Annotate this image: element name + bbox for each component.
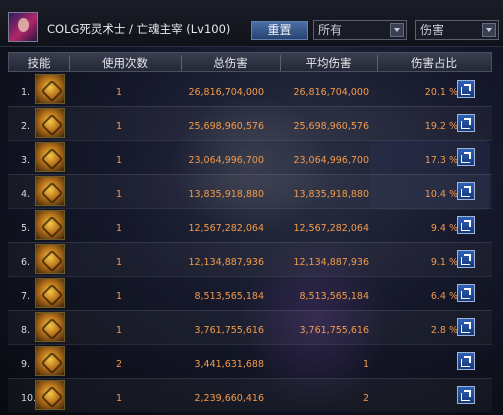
share-icon[interactable] [457, 318, 475, 336]
row-total-damage: 26,816,704,000 [188, 87, 264, 98]
column-header-uses[interactable]: 使用次数 [69, 55, 182, 71]
row-uses: 1 [116, 223, 123, 234]
row-uses: 1 [116, 393, 123, 404]
row-uses: 1 [116, 325, 123, 336]
row-total-damage: 12,567,282,064 [188, 223, 264, 234]
row-total-damage: 23,064,996,700 [188, 155, 264, 166]
row-average-damage: 12,134,887,936 [293, 257, 369, 268]
row-average-damage: 13,835,918,880 [293, 189, 369, 200]
row-uses: 1 [116, 291, 123, 302]
chevron-down-icon[interactable] [390, 23, 404, 37]
sort-dropdown[interactable]: 伤害 [415, 20, 499, 40]
sort-dropdown-value: 伤害 [420, 23, 445, 37]
row-average-damage: 12,567,282,064 [293, 223, 369, 234]
row-total-damage: 3,761,755,616 [194, 325, 264, 336]
row-total-damage: 12,134,887,936 [188, 257, 264, 268]
row-rank: 8. [21, 325, 31, 336]
reset-button[interactable]: 重置 [251, 21, 308, 40]
share-icon[interactable] [457, 80, 475, 98]
row-rank: 7. [21, 291, 31, 302]
row-uses: 1 [116, 121, 123, 132]
row-total-damage: 25,698,960,576 [188, 121, 264, 132]
skill-icon [35, 380, 65, 410]
skill-icon [35, 346, 65, 376]
share-icon[interactable] [457, 216, 475, 234]
column-header-average-damage[interactable]: 平均伤害 [280, 55, 378, 71]
row-total-damage: 8,513,565,184 [194, 291, 264, 302]
table-row: 7. 1 8,513,565,184 8,513,565,184 6.4 % [8, 276, 492, 310]
skill-icon [35, 244, 65, 274]
chevron-down-icon[interactable] [482, 23, 496, 37]
skill-icon [35, 176, 65, 206]
table-row: 10. 1 2,239,660,416 2 [8, 378, 492, 412]
row-average-damage: 3,761,755,616 [299, 325, 369, 336]
header-bar: COLG死灵术士 / 亡魂主宰 (Lv100) 重置 所有 伤害 [0, 0, 503, 47]
skill-icon [35, 142, 65, 172]
row-rank: 3. [21, 155, 31, 166]
row-average-damage: 26,816,704,000 [293, 87, 369, 98]
share-icon[interactable] [457, 114, 475, 132]
row-rank: 10. [21, 393, 37, 404]
row-rank: 6. [21, 257, 31, 268]
share-icon[interactable] [457, 386, 475, 404]
table-row: 3. 1 23,064,996,700 23,064,996,700 17.3 … [8, 140, 492, 174]
share-icon[interactable] [457, 352, 475, 370]
row-damage-share: 17.3 % [424, 155, 458, 166]
row-uses: 1 [116, 87, 123, 98]
skill-icon [35, 210, 65, 240]
skill-icon [35, 312, 65, 342]
table-row: 8. 1 3,761,755,616 3,761,755,616 2.8 % [8, 310, 492, 344]
table-row: 5. 1 12,567,282,064 12,567,282,064 9.4 % [8, 208, 492, 242]
filter-dropdown[interactable]: 所有 [313, 20, 407, 40]
table-row: 2. 1 25,698,960,576 25,698,960,576 19.2 … [8, 106, 492, 140]
row-damage-share: 20.1 % [424, 87, 458, 98]
table-row: 4. 1 13,835,918,880 13,835,918,880 10.4 … [8, 174, 492, 208]
row-uses: 1 [116, 257, 123, 268]
row-uses: 2 [116, 359, 123, 370]
skill-icon [35, 74, 65, 104]
row-average-damage: 25,698,960,576 [293, 121, 369, 132]
column-header-skill[interactable]: 技能 [9, 55, 70, 71]
row-total-damage: 2,239,660,416 [194, 393, 264, 404]
row-rank: 4. [21, 189, 31, 200]
skill-icon [35, 108, 65, 138]
share-icon[interactable] [457, 148, 475, 166]
row-damage-share: 9.4 % [430, 223, 458, 234]
row-average-damage: 1 [362, 359, 369, 370]
row-damage-share: 19.2 % [424, 121, 458, 132]
skill-icon [35, 278, 65, 308]
table-row: 1. 1 26,816,704,000 26,816,704,000 20.1 … [8, 72, 492, 106]
row-rank: 5. [21, 223, 31, 234]
row-total-damage: 13,835,918,880 [188, 189, 264, 200]
row-total-damage: 3,441,631,688 [194, 359, 264, 370]
share-icon[interactable] [457, 250, 475, 268]
row-uses: 1 [116, 155, 123, 166]
column-header-total-damage[interactable]: 总伤害 [181, 55, 281, 71]
row-damage-share: 9.1 % [430, 257, 458, 268]
row-average-damage: 2 [362, 393, 369, 404]
row-damage-share: 6.4 % [430, 291, 458, 302]
row-average-damage: 23,064,996,700 [293, 155, 369, 166]
table-header: 技能 使用次数 总伤害 平均伤害 伤害占比 [8, 52, 492, 72]
row-rank: 2. [21, 121, 31, 132]
character-avatar [8, 12, 38, 42]
share-icon[interactable] [457, 284, 475, 302]
share-icon[interactable] [457, 182, 475, 200]
table-row: 6. 1 12,134,887,936 12,134,887,936 9.1 % [8, 242, 492, 276]
row-damage-share: 2.8 % [430, 325, 458, 336]
character-title: COLG死灵术士 / 亡魂主宰 (Lv100) [47, 22, 231, 36]
row-average-damage: 8,513,565,184 [299, 291, 369, 302]
row-rank: 1. [21, 87, 31, 98]
row-uses: 1 [116, 189, 123, 200]
filter-dropdown-value: 所有 [318, 23, 343, 37]
row-rank: 9. [21, 359, 31, 370]
column-header-damage-share[interactable]: 伤害占比 [377, 55, 491, 71]
table-row: 9. 2 3,441,631,688 1 [8, 344, 492, 378]
row-damage-share: 10.4 % [424, 189, 458, 200]
